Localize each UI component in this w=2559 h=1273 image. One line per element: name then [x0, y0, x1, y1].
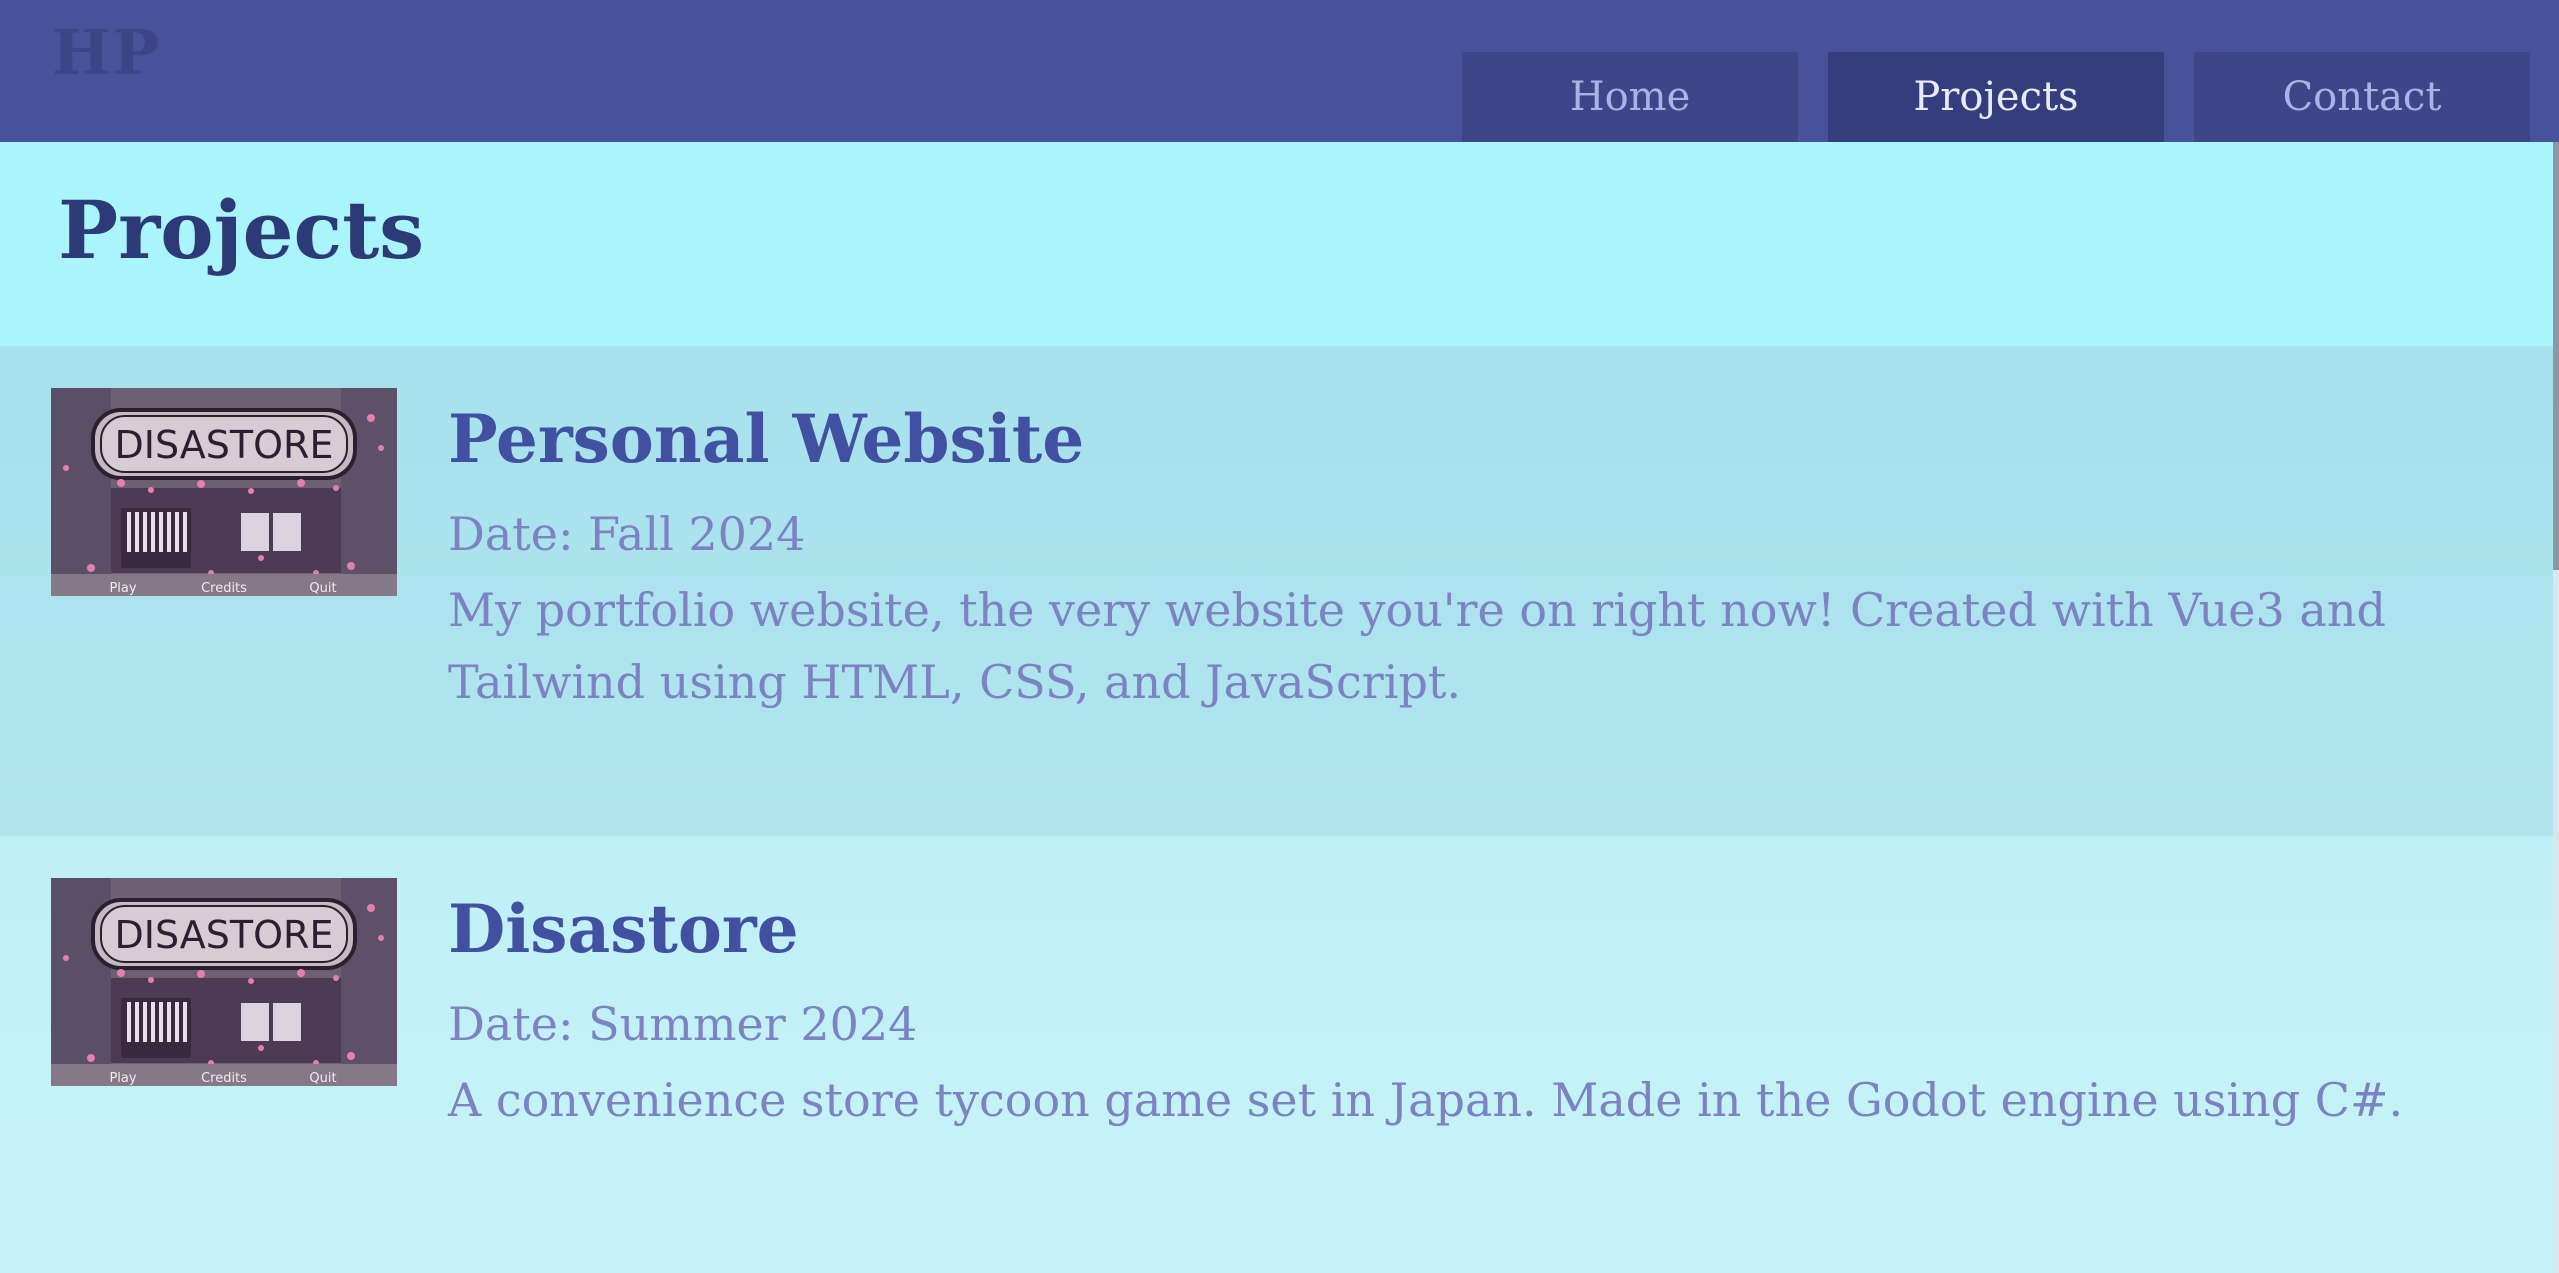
thumbnail-menu-play: Play [109, 581, 136, 596]
page-scrollbar[interactable] [2553, 142, 2559, 1273]
project-date: Date: Summer 2024 [448, 997, 918, 1051]
thumbnail-sign-text: DISASTORE [115, 913, 334, 957]
project-description: My portfolio website, the very website y… [448, 583, 2386, 709]
page-title: Projects [58, 183, 425, 277]
nav-contact-button[interactable]: Contact [2194, 52, 2530, 142]
scrollbar-thumb[interactable] [2553, 142, 2559, 570]
project-thumbnail[interactable]: DISASTORE Play Credits Quit [51, 388, 397, 596]
project-description: A convenience store tycoon game set in J… [448, 1073, 2404, 1127]
thumbnail-menu-credits: Credits [201, 581, 247, 596]
thumbnail-menu-quit: Quit [309, 1071, 336, 1086]
project-title[interactable]: Disastore [448, 896, 799, 962]
disastore-thumbnail-image: DISASTORE Play Credits Quit [51, 388, 397, 596]
project-card: DISASTORE Play Credits Quit Disastore Da… [0, 836, 2559, 1273]
thumbnail-menu-play: Play [109, 1071, 136, 1086]
thumbnail-menu-credits: Credits [201, 1071, 247, 1086]
thumbnail-sign-text: DISASTORE [115, 423, 334, 467]
nav-projects-button[interactable]: Projects [1828, 52, 2164, 142]
site-logo[interactable]: HP [52, 22, 161, 84]
nav-home-button[interactable]: Home [1462, 52, 1798, 142]
project-title[interactable]: Personal Website [448, 406, 1084, 472]
project-thumbnail[interactable]: DISASTORE Play Credits Quit [51, 878, 397, 1086]
project-card: DISASTORE Play Credits Quit Personal Web… [0, 346, 2559, 836]
disastore-thumbnail-image: DISASTORE Play Credits Quit [51, 878, 397, 1086]
thumbnail-menu-quit: Quit [309, 581, 336, 596]
navbar: HP Home Projects Contact [0, 0, 2559, 142]
project-date: Date: Fall 2024 [448, 507, 806, 561]
